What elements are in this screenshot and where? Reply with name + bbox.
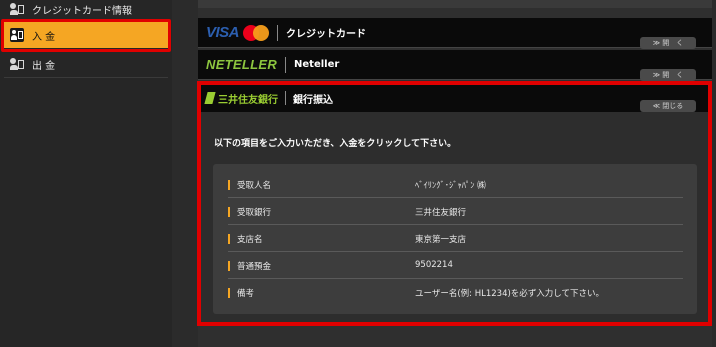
sidebar-item-label: クレジットカード情報: [32, 5, 132, 17]
payment-method-neteller[interactable]: NETELLER Neteller ≫ 開 く: [198, 50, 712, 81]
payment-method-label: Neteller: [294, 59, 340, 70]
sidebar-item-credit-card-info[interactable]: クレジットカード情報: [4, 0, 168, 18]
bank-transfer-highlight-frame: [197, 81, 712, 326]
sidebar-item-withdraw[interactable]: 出 金: [4, 53, 168, 75]
top-bar: [198, 0, 712, 8]
visa-logo: VISA: [206, 24, 240, 41]
mastercard-logo-icon: [243, 24, 270, 41]
payment-method-credit-card[interactable]: VISA クレジットカード ≫ 開 く: [198, 18, 712, 49]
sidebar: クレジットカード情報 入 金 出 金: [0, 0, 172, 347]
withdraw-icon: [10, 57, 24, 71]
payment-method-label: クレジットカード: [286, 29, 367, 40]
open-button[interactable]: ≫ 開 く: [640, 69, 696, 81]
credit-card-user-icon: [10, 2, 24, 16]
divider: [4, 77, 168, 78]
divider: [277, 24, 279, 41]
divider: [285, 56, 287, 73]
open-button[interactable]: ≫ 開 く: [640, 37, 696, 49]
deposit-highlight-frame: [1, 19, 171, 52]
sidebar-item-label: 出 金: [32, 60, 56, 72]
neteller-logo: NETELLER: [206, 57, 278, 72]
